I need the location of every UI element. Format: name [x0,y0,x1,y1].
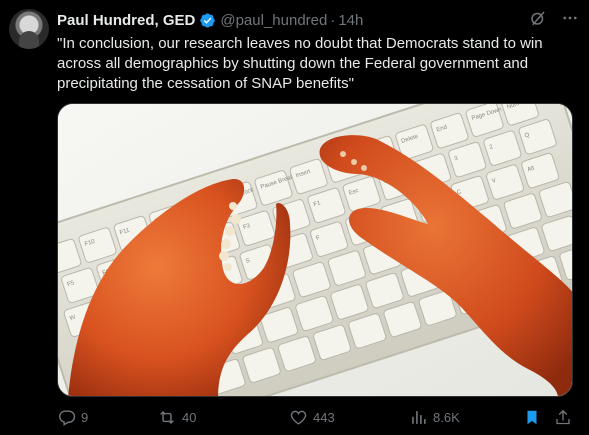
reply-count: 9 [81,409,89,425]
author-handle[interactable]: @paul_hundred [220,12,327,29]
top-right-icons [529,9,579,27]
bookmark-icon [527,410,537,424]
views-count: 8.6K [433,409,460,425]
heart-icon [290,410,307,425]
keyboard-lobster-claws-image: F9F10F11F12Print ScreenScroll LockPause … [58,104,572,396]
tweet-header: Paul Hundred, GED @paul_hundred · 14h [57,10,363,30]
tweet-photo[interactable]: F9F10F11F12Print ScreenScroll LockPause … [57,103,573,397]
bookmark-button[interactable] [523,403,546,431]
repost-count: 40 [182,409,197,425]
repost-button[interactable]: 40 [157,403,196,431]
tweet-text: "In conclusion, our research leaves no d… [57,35,543,92]
views-icon [412,410,426,424]
views-button[interactable]: 8.6K [409,403,460,431]
reply-icon [59,409,76,426]
tweet-actions: 9 40 443 8.6K [57,403,577,431]
like-count: 443 [313,409,335,425]
repost-icon [160,410,174,424]
verified-badge-icon [200,12,216,28]
share-button[interactable] [554,403,577,431]
avatar[interactable] [9,9,49,49]
more-options-icon[interactable] [561,9,579,27]
reply-button[interactable]: 9 [57,403,88,431]
separator-dot: · [330,11,336,29]
author-name[interactable]: Paul Hundred, GED [57,12,195,29]
tweet[interactable]: Paul Hundred, GED @paul_hundred · 14h "I… [0,0,589,435]
grok-icon[interactable] [529,9,547,27]
tweet-timestamp[interactable]: 14h [338,12,363,29]
like-button[interactable]: 443 [289,403,335,431]
share-icon [556,409,570,424]
